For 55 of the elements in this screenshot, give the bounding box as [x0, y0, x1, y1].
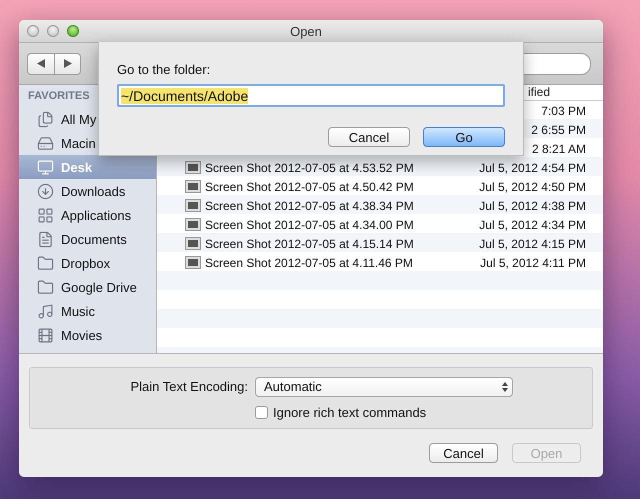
sidebar-item[interactable]: Macin — [19, 131, 156, 155]
sidebar-item[interactable]: Google Drive — [19, 275, 156, 299]
file-name[interactable]: Screen Shot 2012-07-05 at 4.15.14 PM — [205, 236, 414, 250]
file-date: 2 8:21 AM — [532, 142, 586, 156]
folder-icon — [37, 278, 54, 296]
prompt-text: Go to the folder: — [117, 62, 212, 77]
folder-icon — [37, 254, 54, 272]
file-date: Jul 5, 2012 4:54 PM — [479, 160, 586, 174]
hard-drive-icon — [37, 134, 54, 152]
encoding-label: Plain Text Encoding: — [129, 379, 248, 394]
image-file-icon — [186, 200, 200, 211]
image-file-icon — [186, 257, 200, 268]
file-date: Jul 5, 2012 4:38 PM — [479, 198, 586, 212]
files-icon — [37, 110, 54, 128]
image-file-icon — [186, 162, 200, 173]
file-date: Jul 5, 2012 4:15 PM — [479, 236, 586, 250]
right-triangle-icon — [64, 59, 72, 68]
path-field[interactable]: ~/Documents/Adobe — [117, 84, 505, 107]
download-icon — [37, 182, 54, 200]
file-name[interactable]: Screen Shot 2012-07-05 at 4.11.46 PM — [205, 256, 413, 270]
monitor-icon — [37, 158, 54, 176]
sidebar-item[interactable]: Music — [19, 299, 156, 323]
file-date: 2 6:55 PM — [531, 122, 586, 136]
file-name[interactable]: Screen Shot 2012-07-05 at 4.53.52 PM — [205, 160, 414, 174]
file-name[interactable]: Screen Shot 2012-07-05 at 4.50.42 PM — [205, 180, 414, 194]
sidebar-item[interactable]: Movies — [19, 323, 156, 347]
cancel-button[interactable]: Cancel — [328, 127, 410, 147]
image-file-icon — [186, 238, 200, 249]
file-name[interactable]: Screen Shot 2012-07-05 at 4.34.00 PM — [205, 218, 414, 232]
go-button[interactable]: Go — [423, 127, 505, 147]
file-date: 7:03 PM — [541, 104, 586, 118]
file-date: Jul 5, 2012 4:50 PM — [479, 180, 586, 194]
window-title: Open — [289, 24, 323, 38]
image-file-icon — [186, 219, 200, 230]
close-icon[interactable] — [27, 25, 39, 37]
film-icon — [37, 326, 54, 344]
checkbox[interactable] — [255, 406, 268, 418]
left-triangle-icon — [37, 59, 45, 68]
file-date: Jul 5, 2012 4:11 PM — [480, 256, 586, 270]
encoding-popup[interactable]: Automatic — [255, 376, 513, 396]
cancel-button[interactable]: Cancel — [429, 443, 498, 463]
image-file-icon — [186, 181, 200, 192]
sidebar-item[interactable]: Downloads — [19, 179, 156, 203]
minimize-icon[interactable] — [47, 25, 59, 37]
checkbox-label[interactable]: Ignore rich text commands — [273, 404, 426, 420]
sidebar-item[interactable]: Applications — [19, 203, 156, 227]
zoom-icon[interactable] — [67, 25, 79, 37]
music-icon — [37, 302, 54, 320]
sidebar-item[interactable]: Dropbox — [19, 251, 156, 275]
file-date: Jul 5, 2012 4:34 PM — [479, 218, 586, 232]
sidebar-item[interactable]: All My — [19, 107, 156, 131]
grid-icon — [37, 206, 54, 224]
document-icon — [37, 230, 54, 248]
file-name[interactable]: Screen Shot 2012-07-05 at 4.38.34 PM — [205, 198, 414, 212]
sidebar-item[interactable]: Documents — [19, 227, 156, 251]
